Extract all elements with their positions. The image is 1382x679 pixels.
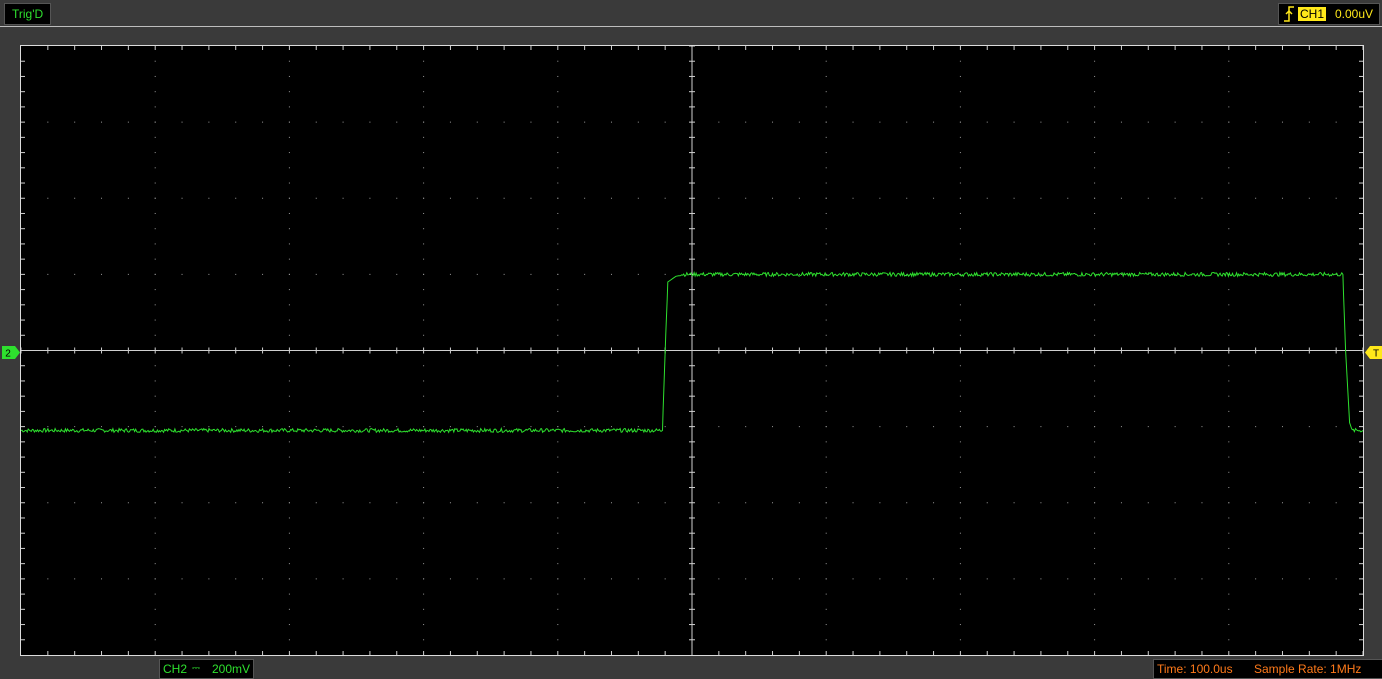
ch2-settings-readout[interactable]: CH2 ⎓ 200mV bbox=[159, 659, 254, 679]
waveform-display[interactable] bbox=[20, 45, 1364, 656]
ch2-volts-per-div: 200mV bbox=[212, 662, 251, 676]
rising-edge-icon bbox=[1284, 6, 1294, 22]
trigger-level-value: 0.00uV bbox=[1335, 7, 1374, 21]
top-status-bar: Trig'D CH1 0.00uV bbox=[0, 0, 1382, 26]
timebase-readout[interactable]: Time: 100.0us Sample Rate: 1MHz bbox=[1153, 659, 1382, 679]
ch2-marker-label: 2 bbox=[5, 349, 11, 360]
dc-coupling-icon: ⎓ bbox=[192, 663, 200, 674]
trigger-marker-label: T bbox=[1373, 349, 1379, 360]
sample-rate: Sample Rate: 1MHz bbox=[1254, 662, 1362, 676]
ch2-ground-marker[interactable]: 2 bbox=[2, 346, 20, 359]
bottom-status-bar: CH2 ⎓ 200mV Time: 100.0us Sample Rate: 1… bbox=[0, 658, 1382, 679]
ch2-label: CH2 bbox=[163, 662, 188, 676]
time-per-div: Time: 100.0us bbox=[1157, 662, 1233, 676]
divider-line bbox=[0, 26, 1382, 27]
trigger-settings-readout[interactable]: CH1 0.00uV bbox=[1278, 3, 1380, 25]
waveform-plot bbox=[21, 46, 1363, 655]
trigger-source-badge: CH1 bbox=[1298, 7, 1327, 21]
trigger-status-indicator: Trig'D bbox=[4, 3, 52, 25]
trigger-level-marker[interactable]: T bbox=[1365, 346, 1382, 359]
